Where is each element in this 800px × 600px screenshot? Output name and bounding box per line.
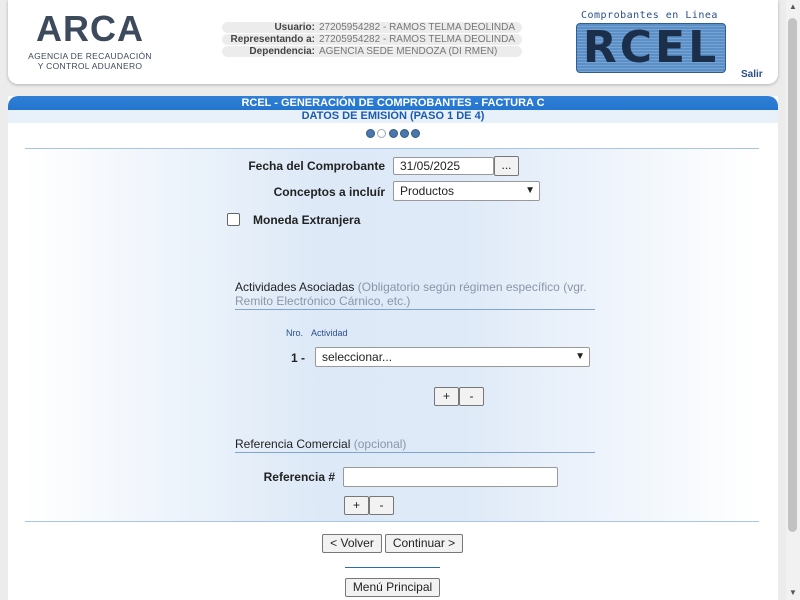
title-bar: RCEL - GENERACIÓN DE COMPROBANTES - FACT…: [8, 96, 778, 123]
actividades-title: Actividades Asociadas: [235, 280, 355, 294]
main-panel: RCEL - GENERACIÓN DE COMPROBANTES - FACT…: [8, 96, 778, 600]
col-actividad: Actividad: [311, 328, 348, 338]
actividad-row-number: 1 -: [290, 351, 305, 365]
divider: [345, 567, 440, 568]
conceptos-label: Conceptos a incluír: [273, 185, 385, 199]
chevron-down-icon: ▼: [525, 185, 535, 196]
back-button[interactable]: < Volver: [322, 534, 382, 553]
actividad-select[interactable]: seleccionar... ▼: [315, 347, 590, 367]
scroll-thumb[interactable]: [788, 18, 797, 532]
arca-logo-subtitle: AGENCIA DE RECAUDACIÓN Y CONTROL ADUANER…: [28, 51, 152, 71]
dependency-label: Dependencia:: [249, 46, 315, 57]
represented-value: 27205954282 - RAMOS TELMA DEOLINDA: [319, 34, 516, 45]
rcel-logo: Comprobantes en Linea RCEL: [576, 10, 730, 73]
represented-row: Representando a: 27205954282 - RAMOS TEL…: [222, 34, 522, 45]
user-value: 27205954282 - RAMOS TELMA DEOLINDA: [319, 22, 516, 33]
arca-logo: ARCA AGENCIA DE RECAUDACIÓN Y CONTROL AD…: [28, 8, 152, 72]
referencia-header: Referencia Comercial (opcional): [235, 437, 595, 453]
represented-label: Representando a:: [230, 34, 315, 45]
fecha-input[interactable]: 31/05/2025: [393, 157, 494, 175]
form-area: Fecha del Comprobante 31/05/2025 ... Con…: [25, 148, 759, 522]
dependency-value: AGENCIA SEDE MENDOZA (DI RMEN): [319, 46, 498, 57]
user-label: Usuario:: [274, 22, 315, 33]
rcel-caption: Comprobantes en Linea: [581, 10, 718, 21]
col-nro: Nro.: [286, 328, 304, 338]
referencia-hint: (opcional): [353, 437, 407, 451]
page-title: RCEL - GENERACIÓN DE COMPROBANTES - FACT…: [241, 97, 545, 109]
step-indicator: [8, 125, 778, 139]
step-dot: [411, 129, 421, 138]
moneda-checkbox[interactable]: [227, 213, 240, 226]
continue-button[interactable]: Continuar >: [385, 534, 463, 553]
step-dot: [365, 129, 375, 138]
chevron-down-icon: ▼: [575, 351, 585, 362]
conceptos-value: Productos: [400, 184, 455, 198]
arca-subtitle-line2: Y CONTROL ADUANERO: [37, 61, 143, 71]
scroll-down-icon[interactable]: ▼: [789, 588, 797, 597]
user-info: Usuario: 27205954282 - RAMOS TELMA DEOLI…: [222, 22, 522, 58]
step-dot-current: [377, 129, 387, 138]
conceptos-select[interactable]: Productos ▼: [393, 181, 540, 201]
arca-subtitle-line1: AGENCIA DE RECAUDACIÓN: [28, 51, 152, 61]
referencia-input[interactable]: [343, 467, 558, 487]
add-referencia-button[interactable]: +: [344, 496, 369, 515]
page-scrollbar[interactable]: ▲ ▼: [786, 0, 800, 600]
remove-referencia-button[interactable]: -: [369, 496, 394, 515]
logout-link[interactable]: Salir: [741, 69, 763, 80]
remove-actividad-button[interactable]: -: [459, 387, 484, 406]
main-menu-button[interactable]: Menú Principal: [345, 578, 440, 597]
actividad-value: seleccionar...: [322, 350, 393, 364]
scroll-up-icon[interactable]: ▲: [789, 2, 797, 11]
calendar-button[interactable]: ...: [494, 156, 519, 176]
moneda-label: Moneda Extranjera: [253, 213, 361, 227]
dependency-row: Dependencia: AGENCIA SEDE MENDOZA (DI RM…: [222, 46, 522, 57]
header: ARCA AGENCIA DE RECAUDACIÓN Y CONTROL AD…: [8, 0, 778, 84]
rcel-logo-word: RCEL: [576, 23, 726, 73]
step-dot: [388, 129, 398, 138]
referencia-title: Referencia Comercial: [235, 437, 351, 451]
arca-logo-word: ARCA: [36, 8, 144, 49]
step-title: DATOS DE EMISIÓN (PASO 1 DE 4): [8, 110, 778, 123]
step-dot: [399, 129, 409, 138]
fecha-label: Fecha del Comprobante: [248, 159, 385, 173]
actividades-header: Actividades Asociadas (Obligatorio según…: [235, 280, 595, 310]
add-actividad-button[interactable]: +: [434, 387, 459, 406]
user-row: Usuario: 27205954282 - RAMOS TELMA DEOLI…: [222, 22, 522, 33]
referencia-label: Referencia #: [263, 470, 335, 484]
